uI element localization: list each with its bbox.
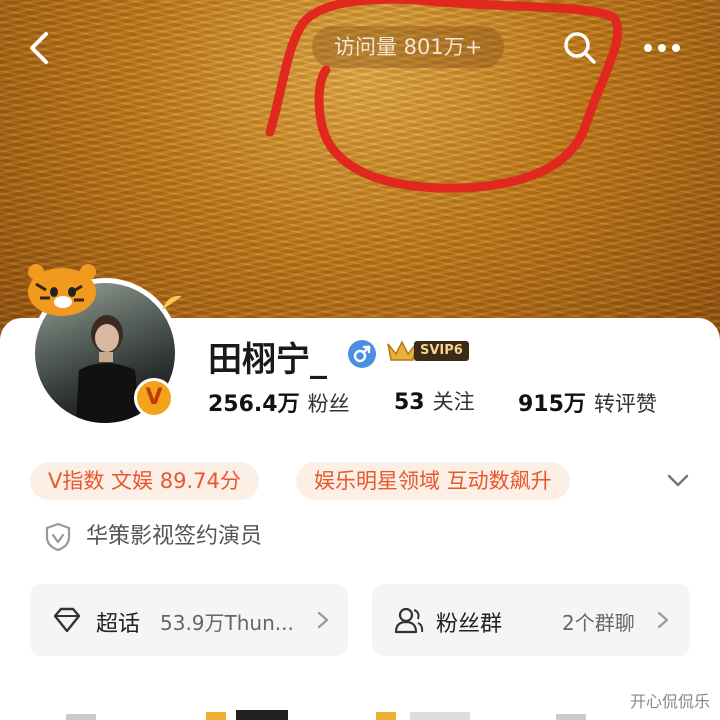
group-icon xyxy=(394,607,424,634)
fan-group-title: 粉丝群 xyxy=(436,612,503,637)
top-bar: 访问量 801万+ xyxy=(0,0,720,100)
avatar-photo xyxy=(75,315,140,423)
stat-label: 关注 xyxy=(432,390,475,414)
watermark: 开心侃侃乐 xyxy=(629,692,710,711)
search-icon xyxy=(564,32,596,64)
more-dots-icon xyxy=(644,44,680,52)
verification-text: 华策影视签约演员 xyxy=(86,524,263,549)
profile-name: 田栩宁_ xyxy=(208,340,327,380)
svip-badge: SVIP6 xyxy=(414,341,469,361)
visit-count: 访问量 801万+ xyxy=(312,26,505,68)
next-section-peek xyxy=(0,696,720,720)
stat-likes[interactable]: 915万 转评赞 xyxy=(518,386,657,418)
avatar-container[interactable]: V xyxy=(28,264,182,428)
sparkle-icon xyxy=(162,295,182,310)
fan-group-subtitle: 2个群聊 xyxy=(562,611,635,635)
chevron-down-icon[interactable] xyxy=(664,466,692,494)
fan-group-card[interactable]: 粉丝群 2个群聊 xyxy=(372,584,690,656)
stat-value: 915万 xyxy=(518,392,586,417)
shield-icon xyxy=(45,522,71,552)
back-arrow-icon xyxy=(30,32,48,64)
tag-v-index[interactable]: V指数 文娱 89.74分 xyxy=(30,462,259,500)
more-button[interactable] xyxy=(640,28,684,68)
tiger-pendant-icon xyxy=(28,264,96,316)
stat-label: 粉丝 xyxy=(307,392,350,416)
male-gender-icon xyxy=(348,340,376,368)
stat-label: 转评赞 xyxy=(593,392,657,416)
super-topic-title: 超话 xyxy=(96,612,141,637)
diamond-icon xyxy=(53,607,81,633)
tag-domain[interactable]: 娱乐明星领域 互动数飙升 xyxy=(296,462,570,500)
chevron-right-icon xyxy=(657,611,669,629)
cropped-content-strip xyxy=(66,710,586,720)
back-button[interactable] xyxy=(20,28,60,68)
stat-value: 256.4万 xyxy=(208,392,300,417)
super-topic-card[interactable]: 超话 53.9万Thun... xyxy=(30,584,348,656)
chevron-right-icon xyxy=(317,611,329,629)
super-topic-subtitle: 53.9万Thun... xyxy=(160,611,294,635)
stat-followers[interactable]: 256.4万 粉丝 xyxy=(208,386,350,418)
search-button[interactable] xyxy=(560,28,600,68)
stat-following[interactable]: 53 关注 xyxy=(394,386,475,416)
stat-value: 53 xyxy=(394,390,425,415)
verified-v-badge: V xyxy=(134,378,174,418)
